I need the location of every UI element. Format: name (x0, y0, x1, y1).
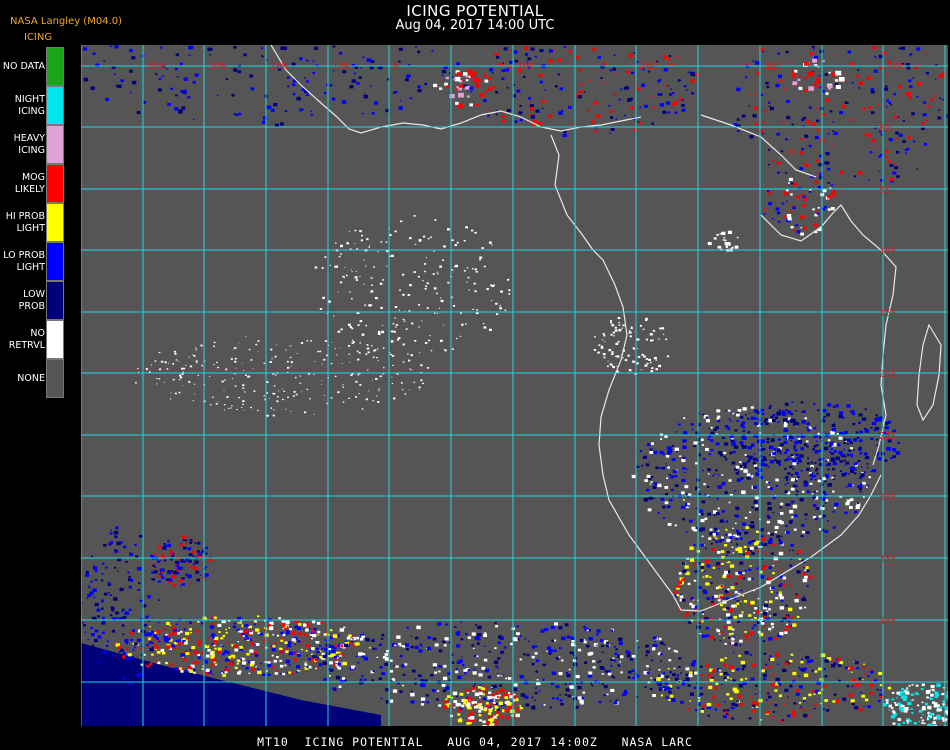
legend-item-label: NONE (17, 372, 45, 384)
legend-item: NO RETRVL (0, 320, 66, 359)
legend-swatch (46, 164, 64, 203)
latitude-label: 15S (879, 308, 897, 319)
latitude-label: 30S (879, 492, 897, 503)
legend-item-label: NO DATA (2, 60, 45, 72)
legend-swatch (46, 359, 64, 398)
longitude-label: 40E (887, 61, 905, 72)
longitude-label: 0 (393, 61, 399, 72)
legend-item: NONE (0, 359, 66, 398)
legend-swatch (46, 320, 64, 359)
latitude-label: 35S (879, 554, 897, 565)
legend-item: LO PROB LIGHT (0, 242, 66, 281)
longitude-label: 20E (640, 61, 658, 72)
legend-item: HI PROB LIGHT (0, 203, 66, 242)
longitude-label: 30W (208, 61, 227, 72)
legend-item: MOG LIKELY (0, 164, 66, 203)
legend-item-label: LOW PROB (18, 288, 45, 312)
legend-item: NIGHT ICING (0, 86, 66, 125)
legend-item-label: NIGHT ICING (14, 93, 45, 117)
legend-swatch (46, 47, 64, 86)
latitude-label: 40S (879, 616, 897, 627)
latitude-label: EQ (879, 123, 891, 134)
legend-swatch (46, 86, 64, 125)
longitude-label: 40W (147, 61, 166, 72)
legend-item-label: NO RETRVL (8, 327, 45, 351)
source-label: NASA Langley (M04.0) (10, 16, 122, 27)
longitude-label: 10W (332, 61, 351, 72)
footer-caption: MT10 ICING POTENTIAL AUG 04, 2017 14:00Z… (257, 735, 693, 749)
legend-swatch (46, 125, 64, 164)
legend-item: HEAVY ICING (0, 125, 66, 164)
legend-item-label: MOG LIKELY (14, 171, 45, 195)
latitude-label: 20S (879, 369, 897, 380)
legend-swatch (46, 242, 64, 281)
legend-item: LOW PROB (0, 281, 66, 320)
latitude-label: 5S (879, 185, 891, 196)
legend-item-label: LO PROB LIGHT (3, 249, 45, 273)
map-background (81, 45, 948, 726)
legend-title: ICING (24, 32, 53, 43)
longitude-label: 10E (517, 61, 535, 72)
latitude-label: 25S (879, 431, 897, 442)
icing-map: EQ 5S 10S 15S 20S 25S 30S 35S 40S 40W 30W 20W 10W 0 1… (81, 45, 948, 726)
longitude-label: 30E (764, 61, 782, 72)
legend: NO DATA NIGHT ICING HEAVY ICING MOG LIKELY H… (0, 47, 66, 398)
page-subtitle: Aug 04, 2017 14:00 UTC (395, 18, 555, 33)
longitude-label: 20W (270, 61, 289, 72)
legend-swatch (46, 203, 64, 242)
latitude-label: 10S (879, 246, 897, 257)
legend-swatch (46, 281, 64, 320)
legend-item-label: HEAVY ICING (13, 132, 45, 156)
legend-item: NO DATA (0, 47, 66, 86)
legend-item-label: HI PROB LIGHT (5, 210, 45, 234)
